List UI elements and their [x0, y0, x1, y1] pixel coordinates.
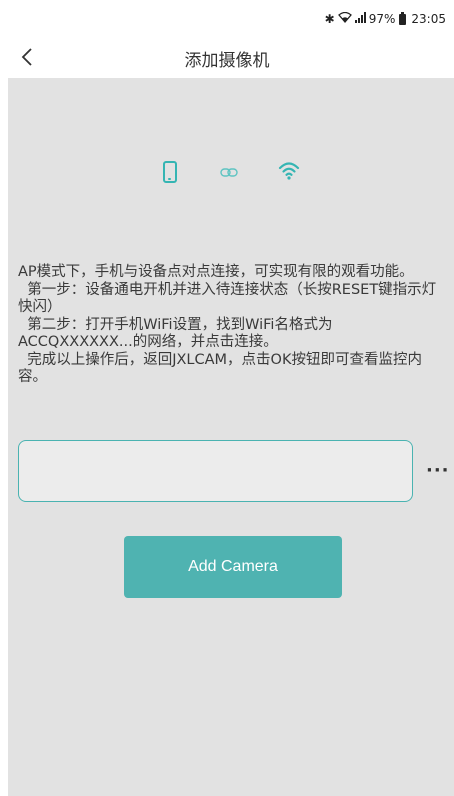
bluetooth-icon: ✱ [324, 12, 335, 26]
cell-signal-icon [354, 12, 366, 26]
instruction-step-3: 完成以上操作后，返回JXLCAM，点击OK按钮即可查看监控内容。 [18, 351, 422, 386]
battery-icon [399, 11, 407, 25]
page-title: 添加摄像机 [184, 51, 270, 71]
camera-id-input[interactable] [18, 440, 413, 502]
wifi-signal-icon [337, 11, 352, 26]
wifi-icon [278, 162, 300, 180]
phone-icon [163, 161, 177, 183]
link-icon [220, 168, 238, 177]
instruction-step-1: 第一步：设备通电开机并进入待连接状态（长按RESET键指示灯快闪） [18, 281, 437, 316]
main-content: AP模式下，手机与设备点对点连接，可实现有限的观看功能。 第一步：设备通电开机并… [8, 78, 454, 796]
status-icons: ✱ 97% 23:05 [324, 11, 446, 26]
more-options-button[interactable]: ··· [426, 460, 450, 481]
input-row: ··· [18, 440, 454, 502]
battery-percent: 97% [368, 12, 396, 26]
nav-bar: 添加摄像机 [0, 34, 454, 78]
add-camera-button[interactable]: Add Camera [124, 536, 342, 598]
instructions-text: AP模式下，手机与设备点对点连接，可实现有限的观看功能。 第一步：设备通电开机并… [18, 264, 444, 387]
clock: 23:05 [411, 12, 446, 26]
connection-icons [8, 158, 454, 188]
instruction-line: AP模式下，手机与设备点对点连接，可实现有限的观看功能。 [18, 264, 414, 280]
status-bar: ✱ 97% 23:05 [0, 0, 454, 34]
instruction-step-2: 第二步：打开手机WiFi设置，找到WiFi名格式为ACCQXXXXXX...的网… [18, 316, 333, 351]
